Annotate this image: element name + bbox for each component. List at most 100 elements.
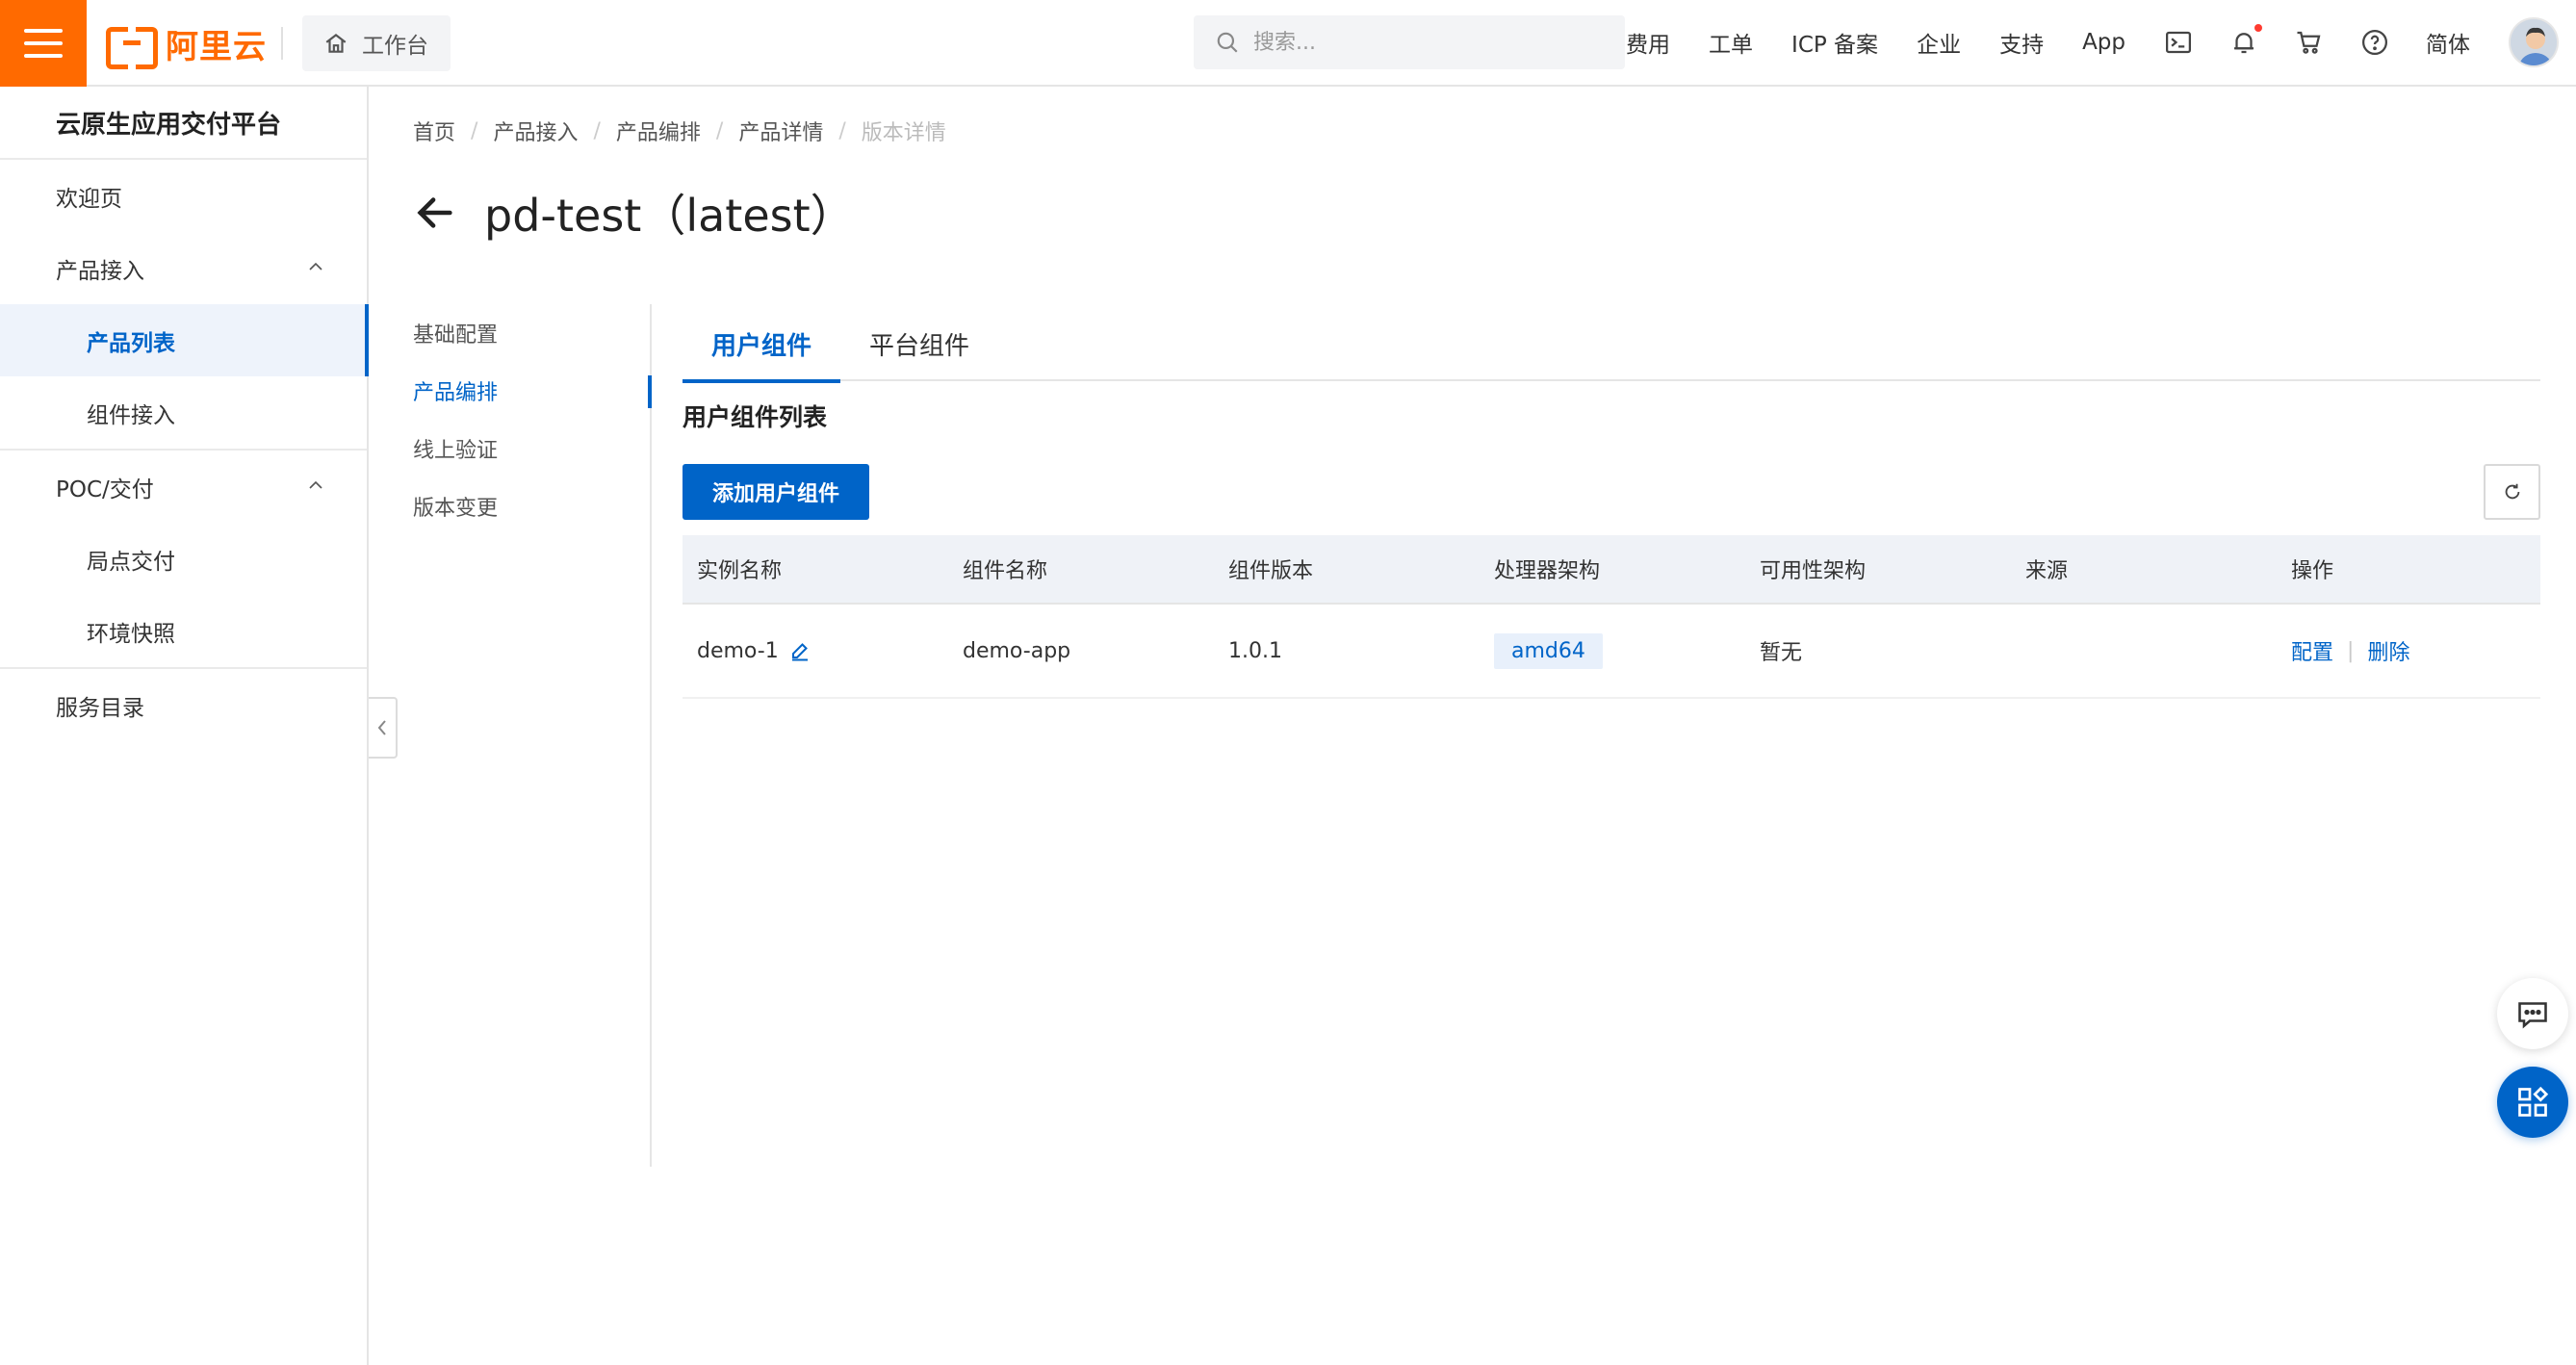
search-box[interactable] <box>1194 15 1625 69</box>
aliyun-logo-icon <box>106 27 158 69</box>
hamburger-icon <box>24 54 63 58</box>
bell-icon[interactable] <box>2229 24 2262 57</box>
tab-platform-components[interactable]: 平台组件 <box>840 306 998 381</box>
breadcrumb: 首页 / 产品接入 / 产品编排 / 产品详情 / 版本详情 <box>413 116 946 146</box>
sidebar-item-component-access[interactable]: 组件接入 <box>0 376 367 449</box>
chat-icon <box>2518 1002 2547 1029</box>
instance-name: demo-1 <box>697 638 779 663</box>
arch-tag: amd64 <box>1494 632 1603 669</box>
add-user-component-button[interactable]: 添加用户组件 <box>683 464 869 520</box>
column-header: 操作 <box>2291 559 2334 583</box>
breadcrumb-product-orchestration[interactable]: 产品编排 <box>616 116 701 146</box>
breadcrumb-product-access[interactable]: 产品接入 <box>493 116 578 146</box>
component-name-cell: demo-app <box>963 638 1071 663</box>
workbench-label: 工作台 <box>362 34 428 59</box>
sidebar-title: 云原生应用交付平台 <box>0 87 367 160</box>
sidebar-item-env-snapshot[interactable]: 环境快照 <box>0 595 367 667</box>
chevron-up-icon <box>309 480 322 489</box>
component-tabs: 用户组件 平台组件 <box>683 306 2540 383</box>
breadcrumb-version-detail: 版本详情 <box>861 121 946 145</box>
terminal-icon[interactable] <box>2164 28 2193 57</box>
cart-icon[interactable] <box>2295 28 2324 57</box>
search-icon <box>1217 32 1238 53</box>
delete-link[interactable]: 删除 <box>2367 635 2409 666</box>
divider <box>281 27 283 60</box>
table-row: demo-1 demo-app 1.0.1 amd64 暂无 配置 | 删除 <box>683 605 2540 699</box>
page-title: pd-test（latest） <box>484 190 855 242</box>
top-bar: 阿里云 工作台 费用 工单 ICP 备案 企业 支持 App 简体 <box>0 0 2576 87</box>
apps-button[interactable] <box>2497 1067 2568 1138</box>
chat-button[interactable] <box>2497 978 2568 1049</box>
hamburger-icon <box>24 29 63 33</box>
table-header: 实例名称 组件名称 组件版本 处理器架构 可用性架构 来源 操作 <box>683 535 2540 605</box>
nav-link-tickets[interactable]: 工单 <box>1709 26 1753 59</box>
sidebar-item-label: POC/交付 <box>56 476 154 502</box>
avatar[interactable] <box>2509 17 2559 67</box>
nav-link-fees[interactable]: 费用 <box>1626 26 1670 59</box>
top-nav: 费用 工单 ICP 备案 企业 支持 App 简体 <box>1626 0 2576 85</box>
menu-toggle-button[interactable] <box>0 0 87 87</box>
workbench-button[interactable]: 工作台 <box>302 15 451 71</box>
sidebar-item-label: 环境快照 <box>87 621 175 647</box>
column-header: 实例名称 <box>697 559 783 583</box>
apps-grid-icon <box>2518 1086 2549 1117</box>
tab-user-components[interactable]: 用户组件 <box>683 306 841 383</box>
column-header: 来源 <box>2025 559 2069 583</box>
detail-nav-version-change[interactable]: 版本变更 <box>413 477 650 535</box>
user-component-table: 实例名称 组件名称 组件版本 处理器架构 可用性架构 来源 操作 demo-1 … <box>683 535 2540 699</box>
search-input[interactable] <box>1253 30 1600 55</box>
sidebar-collapse-button[interactable] <box>369 697 398 759</box>
instance-name-cell: demo-1 <box>683 639 948 663</box>
config-link[interactable]: 配置 <box>2291 635 2333 666</box>
logo-text: 阿里云 <box>166 27 267 66</box>
detail-nav: 基础配置 产品编排 线上验证 版本变更 <box>413 304 652 1167</box>
sidebar-group-poc[interactable]: POC/交付 <box>0 451 367 523</box>
help-icon[interactable] <box>2360 28 2389 57</box>
breadcrumb-separator: / <box>715 118 724 143</box>
user-avatar-icon <box>2511 19 2557 65</box>
nav-link-support[interactable]: 支持 <box>1999 26 2044 59</box>
sidebar: 云原生应用交付平台 欢迎页 产品接入 产品列表 组件接入 POC/交付 局点交付… <box>0 87 369 1365</box>
sidebar-item-site-delivery[interactable]: 局点交付 <box>0 523 367 595</box>
breadcrumb-product-detail[interactable]: 产品详情 <box>738 116 823 146</box>
detail-nav-orchestration[interactable]: 产品编排 <box>413 362 652 420</box>
edit-icon[interactable] <box>788 639 811 662</box>
sidebar-item-label: 产品列表 <box>87 330 175 356</box>
breadcrumb-separator: / <box>593 118 601 143</box>
sidebar-item-label: 服务目录 <box>56 695 144 721</box>
language-switch[interactable]: 简体 <box>2426 26 2470 59</box>
page-header: pd-test（latest） <box>413 181 855 245</box>
sidebar-item-service-catalog[interactable]: 服务目录 <box>0 669 367 741</box>
column-header: 可用性架构 <box>1760 559 1867 583</box>
nav-link-icp[interactable]: ICP 备案 <box>1791 26 1878 59</box>
sidebar-item-label: 产品接入 <box>56 258 144 284</box>
hamburger-icon <box>24 41 63 45</box>
chevron-left-icon <box>377 720 386 735</box>
detail-nav-online-verify[interactable]: 线上验证 <box>413 420 650 477</box>
breadcrumb-separator: / <box>838 118 846 143</box>
home-icon <box>325 33 347 53</box>
operations-cell: 配置 | 删除 <box>2277 635 2540 666</box>
operation-separator: | <box>2347 638 2355 663</box>
availability-cell: 暂无 <box>1760 641 1803 665</box>
nav-link-enterprise[interactable]: 企业 <box>1917 26 1961 59</box>
detail-nav-basic-config[interactable]: 基础配置 <box>413 304 650 362</box>
nav-link-app[interactable]: App <box>2082 30 2125 55</box>
breadcrumb-home[interactable]: 首页 <box>413 116 455 146</box>
sidebar-item-welcome[interactable]: 欢迎页 <box>0 160 367 232</box>
aliyun-logo[interactable]: 阿里云 <box>106 21 267 69</box>
column-header: 处理器架构 <box>1494 559 1601 583</box>
sidebar-item-product-list[interactable]: 产品列表 <box>0 304 369 376</box>
back-arrow-icon[interactable] <box>413 191 457 235</box>
column-header: 组件版本 <box>1228 559 1314 583</box>
refresh-button[interactable] <box>2484 464 2540 520</box>
component-version-cell: 1.0.1 <box>1228 638 1282 663</box>
column-header: 组件名称 <box>963 559 1048 583</box>
notification-dot <box>2254 24 2262 32</box>
section-title: 用户组件列表 <box>683 403 828 431</box>
breadcrumb-separator: / <box>471 118 478 143</box>
sidebar-item-label: 组件接入 <box>87 402 175 428</box>
arch-cell: amd64 <box>1480 632 1745 669</box>
sidebar-item-label: 局点交付 <box>87 549 175 575</box>
sidebar-group-product[interactable]: 产品接入 <box>0 232 367 304</box>
